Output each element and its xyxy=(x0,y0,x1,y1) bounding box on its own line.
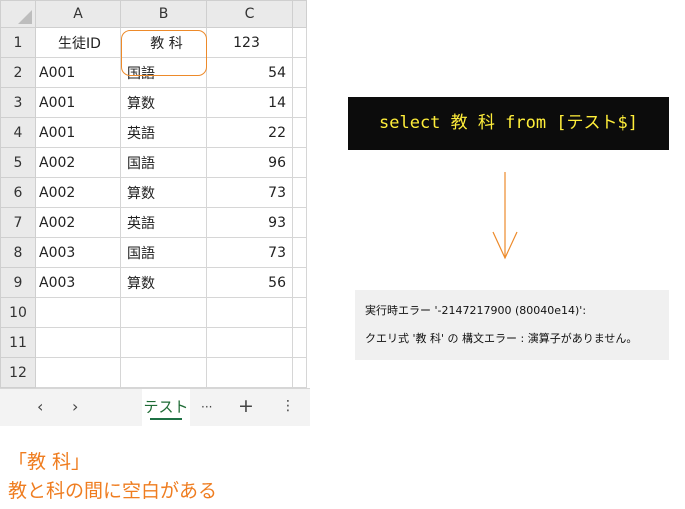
cell-b[interactable]: 算数 xyxy=(120,267,207,298)
sheet-row: 5 A002 国語 96 xyxy=(0,147,307,178)
cell-filler xyxy=(292,297,307,328)
cell-filler xyxy=(292,117,307,148)
cell-c[interactable]: 14 xyxy=(206,87,293,118)
cell-b[interactable]: 算数 xyxy=(120,177,207,208)
row-header[interactable]: 3 xyxy=(0,87,36,118)
cell-b[interactable]: 英語 xyxy=(120,117,207,148)
sheet-row: 3 A001 算数 14 xyxy=(0,87,307,118)
add-sheet-icon[interactable]: + xyxy=(238,395,254,417)
cell-b[interactable]: 国語 xyxy=(120,147,207,178)
cell-c[interactable]: 73 xyxy=(206,237,293,268)
cell-c[interactable]: 56 xyxy=(206,267,293,298)
active-tab-underline xyxy=(150,418,182,420)
sheet-tab-label: テスト xyxy=(143,398,189,416)
cell-b[interactable] xyxy=(120,357,207,388)
row-header[interactable]: 6 xyxy=(0,177,36,208)
error-line-1: 実行時エラー '-2147217900 (80040e14)': xyxy=(365,304,587,317)
sheet-tab-bar: ‹ › テスト ··· + ⋮ xyxy=(0,388,310,426)
cell-filler xyxy=(292,57,307,88)
caption-line-2: 教と科の間に空白がある xyxy=(8,480,218,502)
cell-a[interactable]: A002 xyxy=(35,147,121,178)
column-header-b[interactable]: B xyxy=(120,0,207,28)
cell-c[interactable]: 22 xyxy=(206,117,293,148)
cell-c[interactable] xyxy=(206,297,293,328)
column-header-c[interactable]: C xyxy=(206,0,293,28)
cell-b[interactable] xyxy=(120,297,207,328)
column-header-filler xyxy=(292,0,307,28)
row-header[interactable]: 4 xyxy=(0,117,36,148)
cell-filler xyxy=(292,147,307,178)
cell-a[interactable]: A003 xyxy=(35,237,121,268)
cell-a[interactable] xyxy=(35,297,121,328)
sheet-row: 7 A002 英語 93 xyxy=(0,207,307,238)
cell-a[interactable]: A001 xyxy=(35,117,121,148)
error-line-2: クエリ式 '教 科' の 構文エラー : 演算子がありません。 xyxy=(365,332,638,345)
cell-a[interactable]: 生徒ID xyxy=(35,27,121,58)
row-header[interactable]: 8 xyxy=(0,237,36,268)
cell-a[interactable]: A001 xyxy=(35,87,121,118)
down-arrow-icon xyxy=(492,172,518,260)
cell-c[interactable]: 123 xyxy=(206,27,293,58)
sheet-row: 12 xyxy=(0,357,307,388)
sheet-row: 11 xyxy=(0,327,307,358)
sheet-tab-test[interactable]: テスト xyxy=(142,389,190,426)
cell-filler xyxy=(292,207,307,238)
column-header-a[interactable]: A xyxy=(35,0,121,28)
cell-b[interactable]: 英語 xyxy=(120,207,207,238)
sheet-row: 9 A003 算数 56 xyxy=(0,267,307,298)
cell-filler xyxy=(292,237,307,268)
cell-c[interactable] xyxy=(206,327,293,358)
sheet-row: 8 A003 国語 73 xyxy=(0,237,307,268)
prev-sheet-arrow-icon[interactable]: ‹ xyxy=(37,397,43,416)
caption-line-1: 「教 科」 xyxy=(8,451,91,473)
row-header[interactable]: 2 xyxy=(0,57,36,88)
cell-c[interactable]: 96 xyxy=(206,147,293,178)
cell-filler xyxy=(292,357,307,388)
cell-c[interactable]: 54 xyxy=(206,57,293,88)
sheet-row: 10 xyxy=(0,297,307,328)
spreadsheet: A B C 1 生徒ID 教 科 123 2 A001 国語 54 3 A001 算数 14 4 A001 英語 2… xyxy=(0,0,310,426)
row-header[interactable]: 9 xyxy=(0,267,36,298)
cell-a[interactable]: A002 xyxy=(35,177,121,208)
cell-b[interactable]: 算数 xyxy=(120,87,207,118)
sheet-row: 4 A001 英語 22 xyxy=(0,117,307,148)
select-all-corner[interactable] xyxy=(0,0,36,28)
sql-query-text: select 教 科 from [テスト$] xyxy=(379,113,638,133)
cell-filler xyxy=(292,267,307,298)
row-header[interactable]: 1 xyxy=(0,27,36,58)
cell-a[interactable] xyxy=(35,327,121,358)
column-header-row: ABC xyxy=(0,0,307,28)
next-sheet-arrow-icon[interactable]: › xyxy=(72,397,78,416)
runtime-error-box: 実行時エラー '-2147217900 (80040e14)': クエリ式 '教… xyxy=(355,290,669,360)
cell-a[interactable]: A003 xyxy=(35,267,121,298)
cell-c[interactable] xyxy=(206,357,293,388)
cell-c[interactable]: 93 xyxy=(206,207,293,238)
cell-filler xyxy=(292,87,307,118)
cell-a[interactable] xyxy=(35,357,121,388)
row-header[interactable]: 11 xyxy=(0,327,36,358)
cell-filler xyxy=(292,327,307,358)
sql-query-box: select 教 科 from [テスト$] xyxy=(348,97,669,150)
caption-note: 「教 科」 教と科の間に空白がある xyxy=(8,448,217,506)
cell-b[interactable]: 国語 xyxy=(120,237,207,268)
sheet-row: 6 A002 算数 73 xyxy=(0,177,307,208)
cell-a[interactable]: A001 xyxy=(35,57,121,88)
cell-b[interactable] xyxy=(120,327,207,358)
subject-header-highlight xyxy=(121,30,207,76)
row-header[interactable]: 10 xyxy=(0,297,36,328)
cell-c[interactable]: 73 xyxy=(206,177,293,208)
row-header[interactable]: 7 xyxy=(0,207,36,238)
cell-filler xyxy=(292,177,307,208)
more-sheets-icon[interactable]: ··· xyxy=(201,400,212,414)
cell-filler xyxy=(292,27,307,58)
sheet-options-icon[interactable]: ⋮ xyxy=(281,398,295,414)
row-header[interactable]: 12 xyxy=(0,357,36,388)
row-header[interactable]: 5 xyxy=(0,147,36,178)
select-all-icon xyxy=(18,10,32,24)
cell-a[interactable]: A002 xyxy=(35,207,121,238)
